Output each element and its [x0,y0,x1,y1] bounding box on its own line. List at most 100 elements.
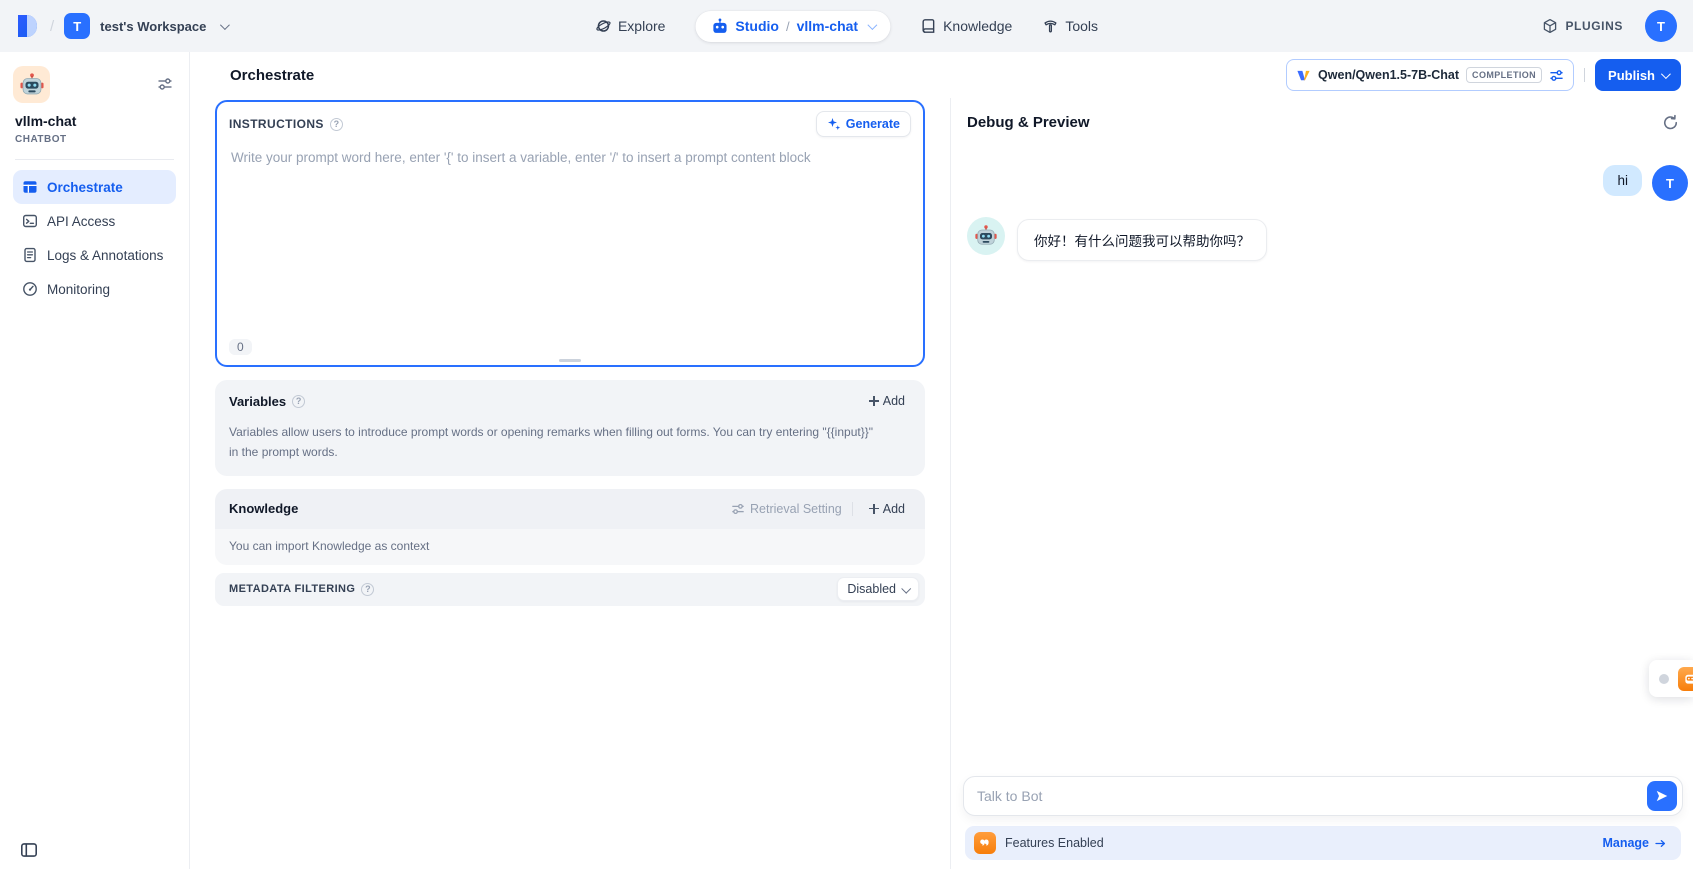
publish-label: Publish [1608,68,1655,83]
knowledge-description: You can import Knowledge as context [215,529,925,565]
instructions-input[interactable]: Write your prompt word here, enter '{' t… [217,143,923,328]
model-mode-badge: COMPLETION [1466,67,1542,83]
add-knowledge-button[interactable]: Add [863,498,911,520]
metadata-filtering-value: Disabled [847,582,896,596]
chevron-down-icon[interactable] [867,20,877,30]
sidebar-item-label: API Access [47,214,115,229]
plus-icon [869,504,879,514]
knowledge-panel: Knowledge Retrieval Setting [215,489,925,565]
robot-icon [711,18,728,35]
workspace-switcher[interactable]: / T test's Workspace [16,13,227,39]
sidebar-item-api-access[interactable]: API Access [13,204,176,238]
sidebar-item-label: Monitoring [47,282,110,297]
account-avatar[interactable]: T [1645,10,1677,42]
model-selector[interactable]: Qwen/Qwen1.5-7B-Chat COMPLETION [1286,59,1574,91]
page-title: Orchestrate [230,67,314,84]
chat-message-user: hi T [967,165,1685,201]
user-avatar: T [1652,165,1688,201]
help-icon[interactable] [330,118,343,131]
add-label: Add [883,502,905,516]
orchestrate-icon [22,179,38,195]
instructions-panel: INSTRUCTIONS Generate Write your prompt … [215,100,925,367]
nav-explore[interactable]: Explore [595,18,665,34]
arrow-right-icon [1654,837,1667,850]
workspace-avatar[interactable]: T [64,13,90,39]
manage-label: Manage [1602,836,1649,850]
app-icon[interactable] [13,66,50,103]
chat-message-list: hi T [951,137,1693,776]
help-icon[interactable] [361,583,374,596]
sidebar-item-label: Logs & Annotations [47,248,163,263]
retrieval-settings-icon [731,502,745,516]
nav-studio-label: Studio [735,18,779,34]
chevron-down-icon [1661,69,1671,79]
tools-icon [1042,18,1058,34]
generate-button[interactable]: Generate [816,111,911,137]
app-settings-icon[interactable] [157,76,173,92]
sidebar-collapse-icon[interactable] [20,841,38,859]
nav-knowledge-label: Knowledge [943,18,1012,34]
divider [852,502,853,516]
drag-handle-icon[interactable] [1659,674,1669,684]
sidebar-item-monitoring[interactable]: Monitoring [13,272,176,306]
add-variable-button[interactable]: Add [863,390,911,412]
nav-tools-label: Tools [1065,18,1098,34]
sidebar-divider [15,159,174,160]
metadata-filtering-row: METADATA FILTERING Disabled [215,573,925,606]
page-header: Orchestrate Qwen/Qwen1.5-7B-Chat COMPLET… [190,52,1693,98]
chevron-down-icon [220,20,230,30]
variables-title: Variables [229,394,305,409]
talk-to-bot-input[interactable] [963,776,1683,816]
add-label: Add [883,394,905,408]
variables-description: Variables allow users to introduce promp… [229,423,911,463]
knowledge-title: Knowledge [229,501,298,516]
robot-emoji-icon [19,72,45,98]
features-icon [974,832,996,854]
user-message-bubble: hi [1603,165,1642,196]
nav-current-app[interactable]: vllm-chat [797,18,858,34]
debug-preview-title: Debug & Preview [967,114,1090,131]
manage-features-link[interactable]: Manage [1602,836,1667,850]
retrieval-setting-button[interactable]: Retrieval Setting [731,502,842,516]
character-count: 0 [229,339,252,355]
terminal-icon [22,213,38,229]
resize-handle[interactable] [559,359,581,362]
restart-conversation-icon[interactable] [1662,114,1679,131]
top-navigation-bar: / T test's Workspace Explore Studio / vl… [0,0,1693,52]
chat-footer: Features Enabled Manage [951,776,1693,869]
nav-explore-label: Explore [618,18,665,34]
nav-separator: / [786,19,790,34]
sidebar-item-orchestrate[interactable]: Orchestrate [13,170,176,204]
instructions-title: INSTRUCTIONS [229,117,324,131]
chevron-down-icon [901,583,911,593]
sidebar-app-name: vllm-chat [13,113,176,129]
vllm-logo-icon [1296,68,1311,83]
nav-studio-active[interactable]: Studio / vllm-chat [695,11,890,42]
features-bar: Features Enabled Manage [965,826,1681,860]
floating-widget[interactable] [1649,660,1693,697]
publish-button[interactable]: Publish [1595,59,1681,91]
help-icon[interactable] [292,395,305,408]
webapp-bubble-icon[interactable] [1678,667,1693,691]
orchestrate-config-panel: INSTRUCTIONS Generate Write your prompt … [190,98,950,869]
knowledge-icon [920,18,936,34]
plugins-label: PLUGINS [1565,19,1623,33]
nav-tools[interactable]: Tools [1042,18,1098,34]
logs-icon [22,247,38,263]
sidebar-item-logs-annotations[interactable]: Logs & Annotations [13,238,176,272]
sidebar-item-label: Orchestrate [47,180,123,195]
retrieval-setting-label: Retrieval Setting [750,502,842,516]
nav-knowledge[interactable]: Knowledge [920,18,1012,34]
metadata-filtering-dropdown[interactable]: Disabled [837,577,919,601]
sparkles-icon [827,117,841,131]
workspace-name[interactable]: test's Workspace [100,19,206,34]
header-divider [1584,68,1585,82]
robot-emoji-icon [974,224,998,248]
sidebar-app-type: CHATBOT [13,134,176,145]
plugins-cube-icon [1542,18,1558,34]
send-button[interactable] [1647,781,1677,811]
model-settings-icon[interactable] [1549,68,1564,83]
breadcrumb-separator: / [50,18,54,35]
metadata-filtering-title: METADATA FILTERING [229,583,355,595]
plugins-button[interactable]: PLUGINS [1542,18,1623,34]
